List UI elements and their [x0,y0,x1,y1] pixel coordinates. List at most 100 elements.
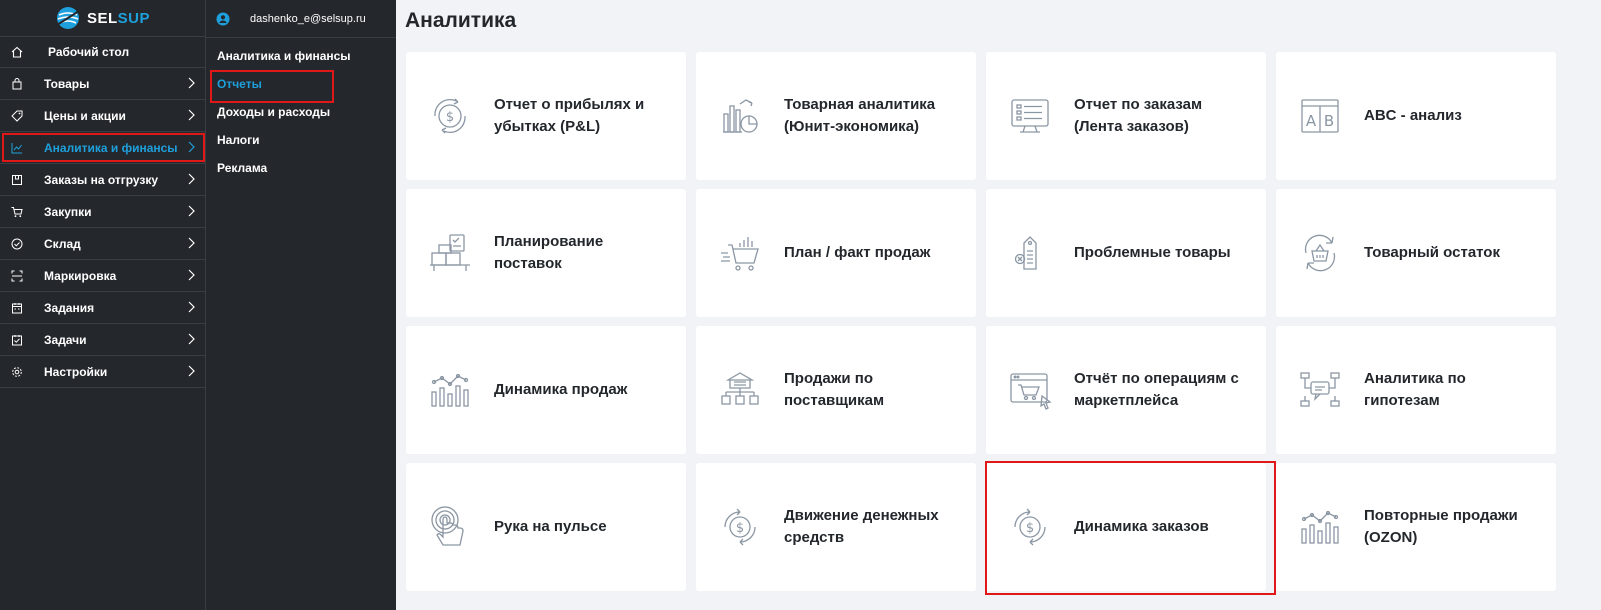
task-icon [10,333,24,347]
analytics-submenu: dashenko_e@selsup.ru Аналитика и финансы… [205,0,396,610]
sidebar-item-analytics[interactable]: Аналитика и финансы [0,132,205,164]
sidebar-item-label: Маркировка [44,268,117,283]
card-profit-loss[interactable]: $ Отчет о прибылях и убытках (P&L) [406,52,686,180]
sidebar: SELSUP Рабочий стол Товары Цены и акции … [0,0,205,610]
submenu-item-reports[interactable]: Отчеты [206,70,396,103]
profit-loss-icon: $ [428,94,472,138]
card-label: План / факт продаж [784,244,931,261]
gear-icon [10,365,24,379]
submenu-item-ads[interactable]: Реклама [206,154,396,182]
card-label: Повторные продажи (OZON) [1364,507,1518,546]
scan-icon [10,269,24,283]
card-abc-analysis[interactable]: A B ABC - анализ [1276,52,1556,180]
card-orders-report[interactable]: Отчет по заказам (Лента заказов) [986,52,1266,180]
card-label: Товарная аналитика (Юнит-экономика) [784,96,936,135]
hand-pulse-icon [428,505,472,549]
card-label: Динамика заказов [1074,518,1209,535]
card-sales-dynamics[interactable]: Динамика продаж [406,326,686,454]
chevron-right-icon [188,173,195,185]
sidebar-item-marking[interactable]: Маркировка [0,260,205,292]
sidebar-item-label: Аналитика и финансы [44,140,178,155]
sales-dynamics-icon [428,368,472,412]
submenu-item-analytics-finance[interactable]: Аналитика и финансы [206,42,396,70]
sidebar-item-label: Задания [44,300,95,315]
card-label: Планирование поставок [494,233,604,272]
sidebar-item-label: Рабочий стол [48,45,130,59]
card-problem-goods[interactable]: Проблемные товары [986,189,1266,317]
suppliers-icon [718,368,762,412]
card-sales-plan[interactable]: План / факт продаж [696,189,976,317]
card-supply-planning[interactable]: Планирование поставок [406,189,686,317]
cash-flow-icon: $ [718,505,762,549]
chevron-right-icon [188,301,195,313]
card-label: Отчет по заказам (Лента заказов) [1074,96,1203,135]
chevron-right-icon [188,141,195,153]
chevron-right-icon [188,237,195,249]
sidebar-item-label: Заказы на отгрузку [44,172,159,187]
card-label: Движение денежных средств [784,507,939,546]
page-title: Аналитика [405,9,517,32]
orders-report-icon [1008,94,1052,138]
sidebar-item-desktop[interactable]: Рабочий стол [0,36,205,68]
repeat-sales-icon [1298,505,1342,549]
main-content: Аналитика $ Отчет о прибылях и убытках (… [396,0,1601,610]
chevron-right-icon [188,333,195,345]
sidebar-item-label: Закупки [44,204,92,219]
svg-text:B: B [1324,112,1334,130]
sidebar-item-prices[interactable]: Цены и акции [0,100,205,132]
user-email: dashenko_e@selsup.ru [250,12,366,25]
card-unit-economics[interactable]: Товарная аналитика (Юнит-экономика) [696,52,976,180]
card-stock-balance[interactable]: Товарный остаток [1276,189,1556,317]
submenu-item-taxes[interactable]: Налоги [206,126,396,154]
home-icon [10,45,24,59]
sidebar-item-label: Склад [44,236,81,251]
card-label: Аналитика по гипотезам [1364,370,1466,409]
card-hypotheses[interactable]: Аналитика по гипотезам [1276,326,1556,454]
sidebar-item-purchases[interactable]: Закупки [0,196,205,228]
unit-economics-icon [718,94,762,138]
problem-goods-icon [1008,231,1052,275]
card-suppliers[interactable]: Продажи по поставщикам [696,326,976,454]
card-cash-flow[interactable]: $ Движение денежных средств [696,463,976,591]
abc-icon: A B [1298,94,1342,138]
logo[interactable]: SELSUP [0,0,205,36]
card-label: Проблемные товары [1074,244,1231,261]
marketplace-ops-icon [1008,368,1052,412]
reports-grid: $ Отчет о прибылях и убытках (P&L) Товар… [406,52,1556,595]
svg-text:$: $ [1026,521,1034,536]
card-orders-dynamics[interactable]: $ Динамика заказов [985,461,1276,595]
card-label: Отчёт по операциям с маркетплейса [1074,370,1239,409]
card-hand-pulse[interactable]: Рука на пульсе [406,463,686,591]
chart-line-icon [10,141,24,155]
globe-logo-icon [56,7,80,29]
submenu-item-income-expenses[interactable]: Доходы и расходы [206,98,396,126]
box-icon [10,173,24,187]
sidebar-item-label: Настройки [44,364,108,379]
sales-plan-icon [718,231,762,275]
sidebar-item-label: Задачи [44,332,87,347]
user-profile[interactable]: dashenko_e@selsup.ru [206,0,396,38]
sidebar-item-assignments[interactable]: Задания [0,292,205,324]
card-repeat-sales[interactable]: Повторные продажи (OZON) [1276,463,1556,591]
bag-icon [10,77,24,91]
card-label: Товарный остаток [1364,244,1500,261]
calendar-icon [10,301,24,315]
stock-balance-icon [1298,231,1342,275]
card-label: Отчет о прибылях и убытках (P&L) [494,96,645,135]
sidebar-item-orders[interactable]: Заказы на отгрузку [0,164,205,196]
svg-text:$: $ [736,521,744,536]
cart-icon [10,205,24,219]
svg-text:A: A [1306,112,1317,130]
sidebar-item-goods[interactable]: Товары [0,68,205,100]
chevron-right-icon [188,77,195,89]
card-marketplace-ops[interactable]: Отчёт по операциям с маркетплейса [986,326,1266,454]
card-label: Динамика продаж [494,381,628,398]
card-label: Рука на пульсе [494,518,607,535]
sidebar-item-label: Цены и акции [44,108,126,123]
sidebar-item-warehouse[interactable]: Склад [0,228,205,260]
tag-icon [10,109,24,123]
sidebar-item-tasks[interactable]: Задачи [0,324,205,356]
orders-dynamics-icon: $ [1008,505,1052,549]
svg-text:$: $ [446,110,454,125]
sidebar-item-settings[interactable]: Настройки [0,356,205,388]
